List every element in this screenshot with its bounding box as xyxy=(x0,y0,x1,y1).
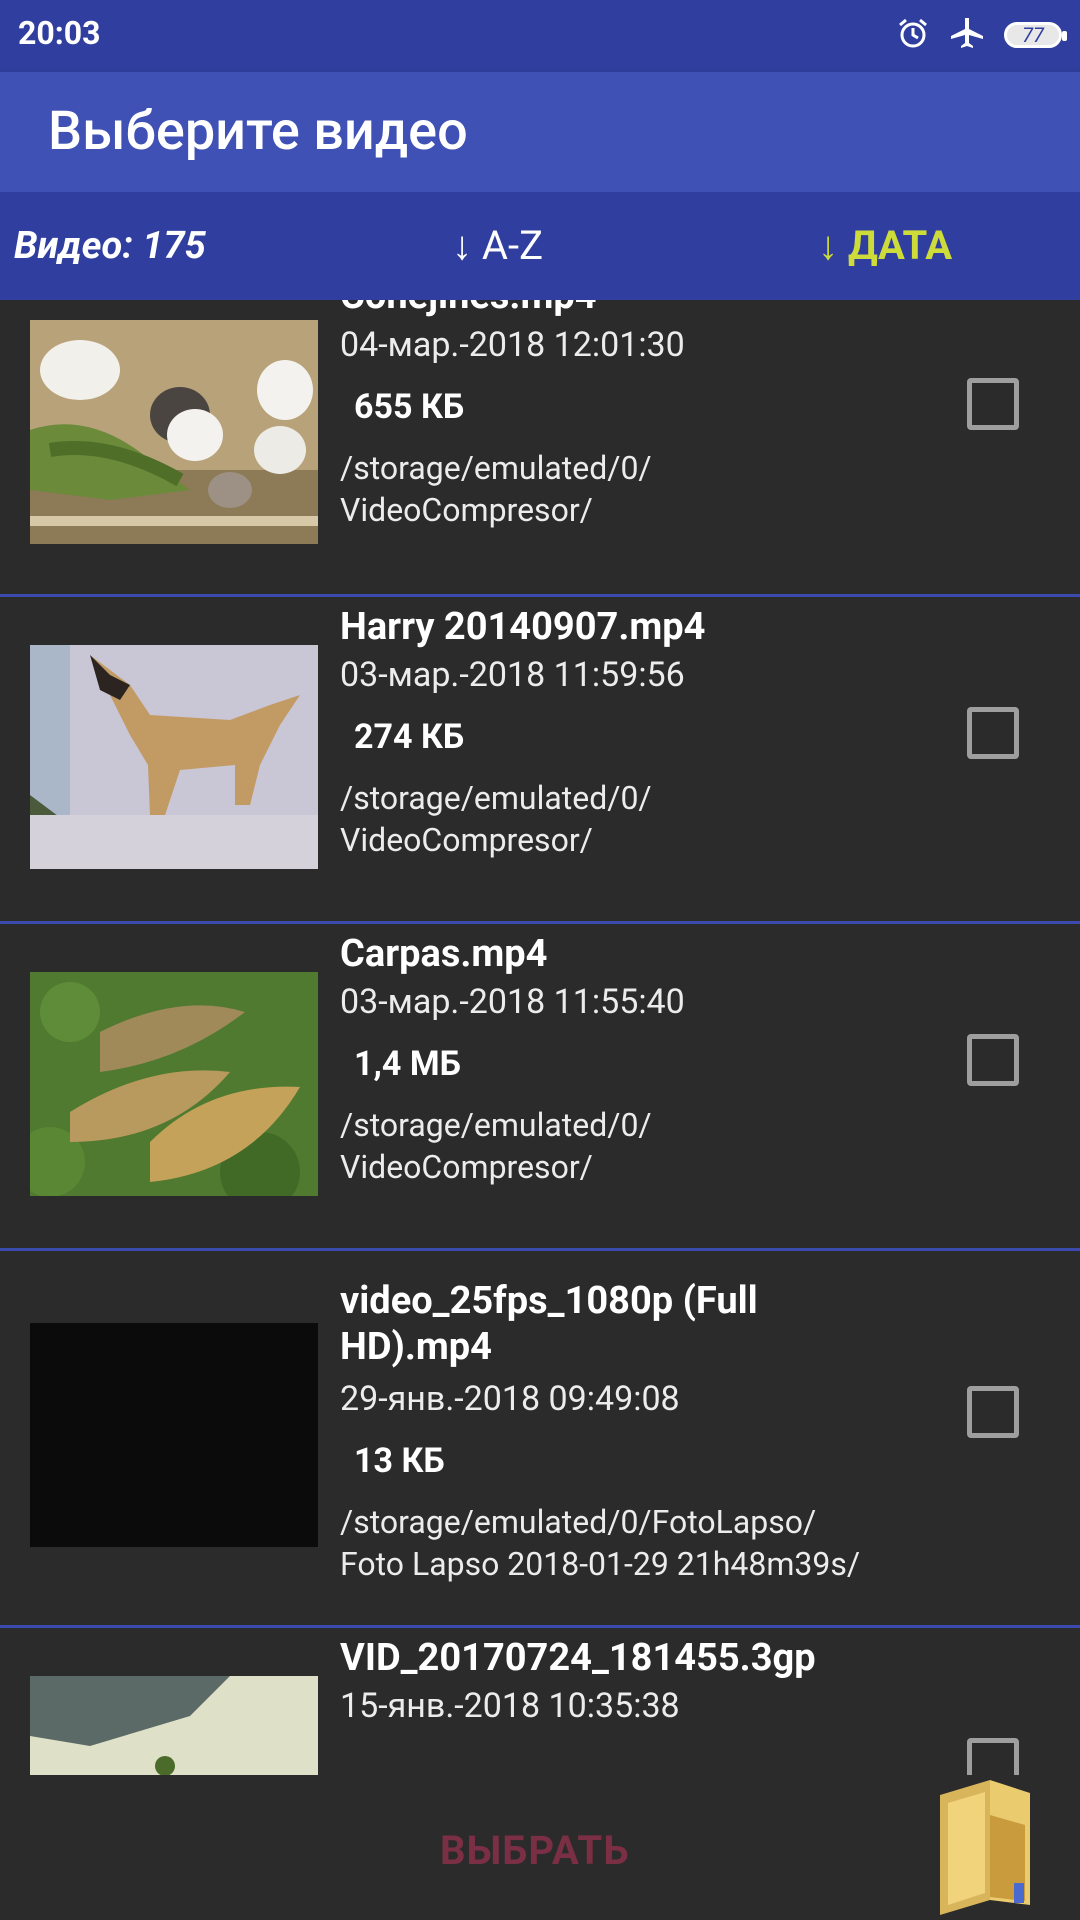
video-size: 274 КБ xyxy=(354,717,465,757)
status-bar: 20:03 77 xyxy=(0,0,1080,72)
video-thumbnail xyxy=(30,645,318,869)
sort-bar: Видео: 175 ↓ A-Z ↓ ДАТА xyxy=(0,192,1080,300)
video-date: 03-мар.-2018 11:55:40 xyxy=(340,982,685,1022)
video-thumbnail xyxy=(30,320,318,544)
battery-icon: 77 xyxy=(1004,22,1067,48)
video-thumbnail xyxy=(30,972,318,1196)
video-thumbnail xyxy=(30,1323,318,1547)
video-name: video_25fps_1080p (Full HD).mp4 xyxy=(340,1279,758,1369)
battery-level: 77 xyxy=(1022,23,1044,47)
video-list[interactable]: Conejines.mp4 04-мар.-2018 12:01:30 655 … xyxy=(0,300,1080,1775)
video-size: 13 КБ xyxy=(354,1441,445,1481)
video-count: Видео: 175 xyxy=(14,224,206,268)
list-item[interactable]: video_25fps_1080p (Full HD).mp4 29-янв.-… xyxy=(0,1251,1080,1628)
list-item[interactable]: Harry 20140907.mp4 03-мар.-2018 11:59:56… xyxy=(0,597,1080,924)
video-checkbox[interactable] xyxy=(967,707,1019,759)
list-item[interactable]: Conejines.mp4 04-мар.-2018 12:01:30 655 … xyxy=(0,300,1080,597)
video-path: /storage/emulated/0/ VideoCompresor/ xyxy=(340,779,652,859)
video-name: Conejines.mp4 xyxy=(340,300,880,319)
airplane-mode-icon xyxy=(948,16,986,54)
sort-az-button[interactable]: ↓ A-Z xyxy=(452,222,543,269)
video-checkbox[interactable] xyxy=(967,1034,1019,1086)
video-name: Carpas.mp4 xyxy=(340,932,548,976)
video-path: /storage/emulated/0/ VideoCompresor/ xyxy=(340,449,652,529)
video-checkbox[interactable] xyxy=(967,1738,1019,1775)
video-path: /storage/emulated/0/ VideoCompresor/ xyxy=(340,1106,652,1186)
page-title: Выберите видео xyxy=(48,100,468,163)
status-time: 20:03 xyxy=(18,14,101,52)
list-item[interactable]: Carpas.mp4 03-мар.-2018 11:55:40 1,4 МБ … xyxy=(0,924,1080,1251)
status-icons: 77 xyxy=(896,16,1067,54)
video-size: 655 КБ xyxy=(354,387,465,427)
video-size: 1,4 МБ xyxy=(354,1044,461,1084)
app-bar: Выберите видео xyxy=(0,72,1080,192)
alarm-icon xyxy=(896,16,930,54)
sort-date-button[interactable]: ↓ ДАТА xyxy=(818,222,952,269)
list-item[interactable]: VID_20170724_181455.3gp 15-янв.-2018 10:… xyxy=(0,1628,1080,1775)
video-path: /storage/emulated/0/FotoLapso/ Foto Laps… xyxy=(340,1503,861,1583)
folder-icon[interactable] xyxy=(930,1775,1040,1919)
video-date: 15-янв.-2018 10:35:38 xyxy=(340,1686,680,1726)
video-name: VID_20170724_181455.3gp xyxy=(340,1636,816,1680)
video-checkbox[interactable] xyxy=(967,1386,1019,1438)
video-date: 03-мар.-2018 11:59:56 xyxy=(340,655,685,695)
video-date: 29-янв.-2018 09:49:08 xyxy=(340,1379,680,1419)
video-date: 04-мар.-2018 12:01:30 xyxy=(340,325,685,365)
bottom-bar: ВЫБРАТЬ xyxy=(0,1775,1080,1920)
video-checkbox[interactable] xyxy=(967,378,1019,430)
video-name: Harry 20140907.mp4 xyxy=(340,605,706,649)
select-button[interactable]: ВЫБРАТЬ xyxy=(440,1827,629,1874)
video-thumbnail xyxy=(30,1676,318,1775)
